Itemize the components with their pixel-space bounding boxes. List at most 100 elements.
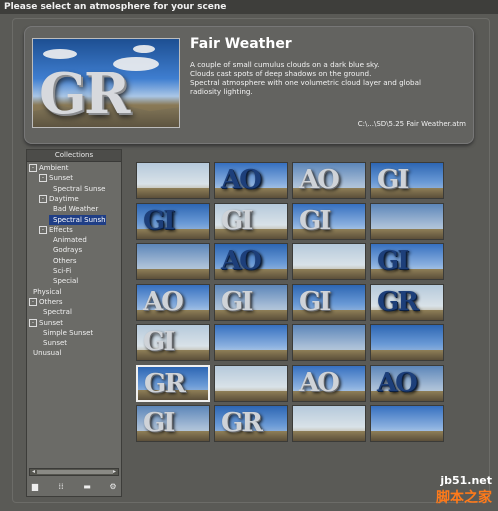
tree-item-label: Sunset xyxy=(49,174,74,183)
watermark: jb51.net 脚本之家 xyxy=(436,474,492,507)
preview-letters: GR xyxy=(39,61,130,127)
watermark-text: 脚本之家 xyxy=(436,490,492,506)
atmosphere-file-path: C:\...\SD\5.25 Fair Weather.atm xyxy=(357,120,466,128)
description-line: Spectral atmosphere with one volumetric … xyxy=(190,78,421,96)
tree-item-label: Physical xyxy=(33,287,62,296)
scrollbar-thumb[interactable] xyxy=(37,470,113,474)
atmosphere-thumbnail[interactable]: GI xyxy=(136,405,210,442)
atmosphere-thumbnail[interactable]: GR xyxy=(214,405,288,442)
tree-item[interactable]: Special xyxy=(49,276,78,286)
atmosphere-thumbnail[interactable]: GI xyxy=(292,283,366,321)
atmosphere-thumbnail[interactable]: GI xyxy=(214,202,288,240)
tree-item[interactable]: - Ambient xyxy=(29,163,68,173)
tree-item[interactable]: Others xyxy=(49,256,77,266)
atmosphere-thumbnail[interactable]: GI xyxy=(136,324,210,361)
tree-item[interactable]: Sci-Fi xyxy=(49,266,71,276)
atmosphere-thumbnail[interactable] xyxy=(370,324,444,361)
thumbnail-letters: GI xyxy=(299,286,331,317)
tree-item-label: Sunset xyxy=(43,339,68,348)
tree-item-label: Spectral Sunsh xyxy=(53,215,106,224)
tree-item-label: Daytime xyxy=(49,194,79,203)
atmosphere-thumbnail[interactable]: AO xyxy=(292,364,366,402)
thumbnail-letters: GI xyxy=(143,327,175,357)
tree-item[interactable]: Godrays xyxy=(49,245,82,255)
thumbnail-letters: AO xyxy=(299,367,340,398)
atmosphere-name: Fair Weather xyxy=(190,36,292,52)
thumbnail-letters: GI xyxy=(377,246,409,276)
list-icon[interactable]: ⁞⁞ xyxy=(55,481,67,492)
atmosphere-thumbnail[interactable]: GI xyxy=(370,162,444,199)
settings-icon[interactable]: ⚙ xyxy=(107,481,119,492)
tree-collapse-icon[interactable]: - xyxy=(29,297,37,306)
atmosphere-thumbnail[interactable]: AO xyxy=(292,162,366,199)
tree-item[interactable]: Spectral Sunsh xyxy=(49,214,106,225)
tree-item-label: Others xyxy=(39,297,63,306)
tree-item[interactable]: Unusual xyxy=(29,348,61,358)
tree-item[interactable]: - Effects xyxy=(39,225,73,235)
atmosphere-thumbnail[interactable] xyxy=(292,324,366,361)
thumbnail-letters: AO xyxy=(299,165,340,195)
atmosphere-thumbnail[interactable] xyxy=(292,243,366,280)
tree-item[interactable]: Animated xyxy=(49,235,87,245)
tree-item[interactable]: - Others xyxy=(29,297,63,307)
tree-item-label: Bad Weather xyxy=(53,205,99,214)
atmosphere-thumbnail[interactable] xyxy=(214,324,288,361)
folder-icon[interactable]: ▬ xyxy=(81,481,93,492)
thumbnail-letters: GR xyxy=(221,408,263,438)
tree-collapse-icon[interactable]: - xyxy=(39,225,47,234)
collections-toolbar: ▆ ⁞⁞ ▬ ⚙ xyxy=(29,479,119,493)
atmosphere-thumbnail[interactable]: GI xyxy=(370,243,444,280)
new-collection-icon[interactable]: ▆ xyxy=(29,481,41,492)
collections-panel: Collections - Ambient - Sunset Spectral Suns… xyxy=(26,149,122,497)
tree-item[interactable]: Sunset xyxy=(39,338,67,348)
tree-item[interactable]: Spectral Sunse xyxy=(49,184,105,194)
tree-item[interactable]: Simple Sunset xyxy=(39,328,93,338)
tree-item-label: Animated xyxy=(53,236,87,245)
thumbnail-letters: GI xyxy=(299,205,331,236)
thumbnail-letters: AO xyxy=(221,246,262,276)
tree-collapse-icon[interactable]: - xyxy=(39,194,47,203)
tree-item-label: Spectral xyxy=(43,308,72,317)
atmosphere-thumbnail[interactable]: AO xyxy=(370,364,444,402)
tree-item[interactable]: Bad Weather xyxy=(49,204,98,214)
tree-item-label: Ambient xyxy=(39,164,69,172)
atmosphere-thumbnail[interactable] xyxy=(136,243,210,280)
thumbnail-letters: GR xyxy=(144,368,186,399)
tree-item[interactable]: - Sunset xyxy=(29,318,63,328)
collections-tree[interactable]: - Ambient - Sunset Spectral Sunse - Daytime Bad… xyxy=(29,163,119,475)
tree-item-label: Special xyxy=(53,277,79,286)
tree-item[interactable]: Spectral xyxy=(39,307,72,317)
tree-item-label: Effects xyxy=(49,225,73,234)
tree-horizontal-scrollbar[interactable]: ◂ ▸ xyxy=(29,468,119,476)
scroll-left-icon[interactable]: ◂ xyxy=(30,469,37,475)
atmosphere-thumbnail[interactable]: GI xyxy=(214,283,288,321)
thumbnail-letters: AO xyxy=(221,165,262,195)
atmosphere-thumbnail[interactable]: GI xyxy=(136,202,210,240)
tree-item[interactable]: Physical xyxy=(29,287,61,297)
tree-item-label: Others xyxy=(53,256,77,265)
tree-item[interactable]: - Sunset xyxy=(39,173,73,183)
tree-item-label: Sci-Fi xyxy=(53,267,72,275)
atmosphere-description: A couple of small cumulus clouds on a da… xyxy=(190,60,452,96)
tree-item[interactable]: - Daytime xyxy=(39,194,79,204)
tree-collapse-icon[interactable]: - xyxy=(29,164,37,172)
atmosphere-thumbnail[interactable]: AO xyxy=(136,283,210,321)
atmosphere-thumbnail[interactable] xyxy=(370,405,444,442)
atmosphere-thumbnail[interactable] xyxy=(370,202,444,240)
tree-item-label: Godrays xyxy=(53,246,83,255)
atmosphere-thumbnail[interactable]: GR xyxy=(136,364,210,402)
atmosphere-thumbnail[interactable] xyxy=(292,405,366,442)
atmosphere-thumbnail[interactable] xyxy=(214,364,288,402)
atmosphere-thumbnail[interactable] xyxy=(136,162,210,199)
tree-collapse-icon[interactable]: - xyxy=(39,174,47,183)
atmosphere-thumbnail[interactable]: AO xyxy=(214,243,288,280)
description-line: A couple of small cumulus clouds on a da… xyxy=(190,60,380,69)
scroll-right-icon[interactable]: ▸ xyxy=(111,469,118,475)
atmosphere-thumbnail[interactable]: AO xyxy=(214,162,288,199)
tree-collapse-icon[interactable]: - xyxy=(29,318,37,327)
atmosphere-thumbnail[interactable]: GR xyxy=(370,283,444,321)
atmosphere-thumbnail[interactable]: GI xyxy=(292,202,366,240)
window-title: Please select an atmosphere for your sce… xyxy=(0,0,498,14)
thumbnail-letters: GI xyxy=(143,408,175,438)
atmosphere-info-panel: GR Fair Weather A couple of small cumulu… xyxy=(24,26,474,144)
